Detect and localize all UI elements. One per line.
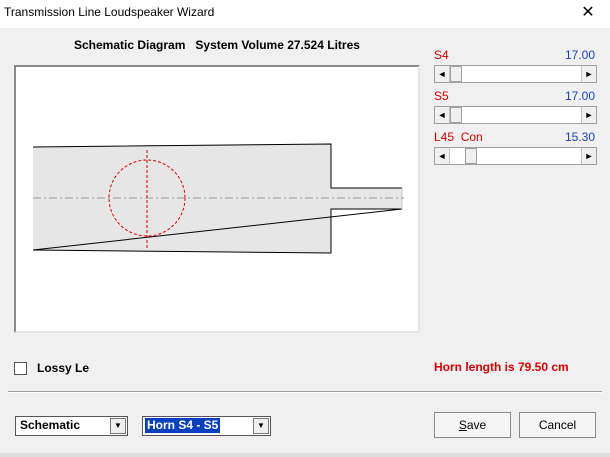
arrow-left-icon[interactable]: ◄ [435, 148, 450, 164]
s5-slider[interactable]: ◄ ► [434, 106, 597, 124]
chevron-down-icon[interactable]: ▼ [110, 418, 126, 434]
param-s4-value: 17.00 [564, 48, 595, 62]
view-select[interactable]: Schematic ▼ [15, 416, 128, 436]
s4-slider-thumb[interactable] [450, 66, 462, 82]
diagram-heading: Schematic Diagram System Volume 27.524 Li… [74, 38, 360, 52]
arrow-right-icon[interactable]: ► [581, 107, 596, 123]
s5-slider-track[interactable] [450, 107, 581, 123]
lossy-checkbox[interactable] [14, 362, 27, 375]
diagram-title: Schematic Diagram [74, 38, 186, 52]
l45-slider[interactable]: ◄ ► [434, 147, 597, 165]
separator [8, 391, 602, 393]
s4-slider-track[interactable] [450, 66, 581, 82]
param-l45-value: 15.30 [564, 130, 595, 144]
l45-slider-thumb[interactable] [465, 148, 477, 164]
arrow-right-icon[interactable]: ► [581, 66, 596, 82]
param-l45-label: L45 Con [434, 130, 483, 144]
param-s4-label: S4 [434, 48, 449, 62]
window-title: Transmission Line Loudspeaker Wizard [4, 5, 215, 19]
system-volume: System Volume 27.524 Litres [195, 38, 360, 52]
l45-slider-track[interactable] [450, 148, 581, 164]
schematic-canvas [14, 65, 420, 333]
horn-length-readout: Horn length is 79.50 cm [434, 360, 569, 374]
param-s5-label: S5 [434, 89, 449, 103]
save-button-label: ave [466, 418, 487, 432]
s5-slider-thumb[interactable] [450, 107, 462, 123]
schematic-drawing [32, 143, 404, 254]
save-button-mnemonic: S [458, 418, 467, 432]
title-bar: Transmission Line Loudspeaker Wizard ✕ [0, 0, 610, 28]
close-icon[interactable]: ✕ [576, 2, 600, 24]
lossy-label[interactable]: Lossy Le [37, 361, 89, 375]
bottom-edge [0, 453, 610, 457]
section-select[interactable]: Horn S4 - S5 ▼ [142, 416, 271, 436]
arrow-left-icon[interactable]: ◄ [435, 107, 450, 123]
cancel-button[interactable]: Cancel [519, 412, 596, 438]
section-select-value: Horn S4 - S5 [145, 418, 221, 433]
chevron-down-icon[interactable]: ▼ [253, 418, 269, 434]
view-select-value: Schematic [20, 418, 81, 432]
param-s5-value: 17.00 [564, 89, 595, 103]
save-button[interactable]: Save [434, 412, 511, 438]
arrow-left-icon[interactable]: ◄ [435, 66, 450, 82]
arrow-right-icon[interactable]: ► [581, 148, 596, 164]
s4-slider[interactable]: ◄ ► [434, 65, 597, 83]
wizard-client-area: Schematic Diagram System Volume 27.524 Li… [0, 28, 610, 457]
